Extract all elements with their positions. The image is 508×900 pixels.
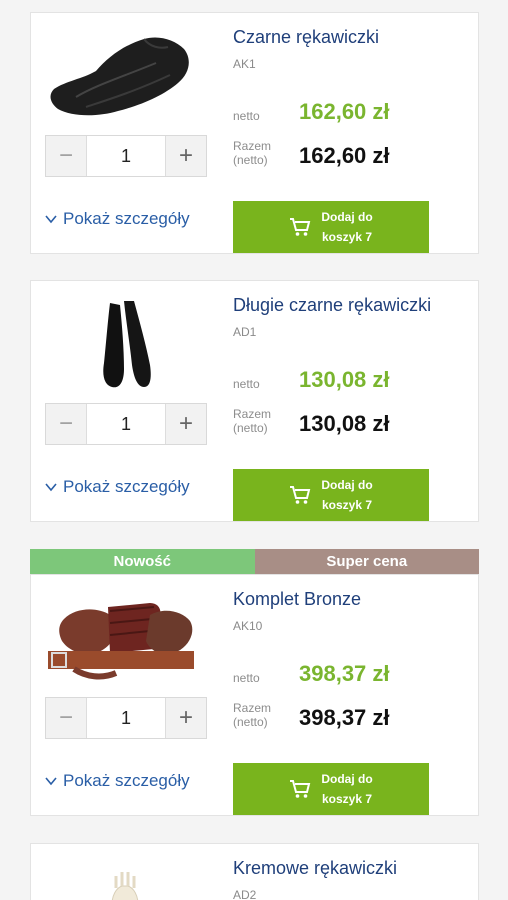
price-total: 398,37 zł bbox=[299, 705, 390, 730]
chevron-down-icon bbox=[45, 483, 57, 492]
product-badges: Nowość Super cena bbox=[30, 549, 479, 574]
add-to-cart-line1: Dodaj do bbox=[321, 210, 373, 224]
price-total: 162,60 zł bbox=[299, 143, 390, 168]
product-sku: AD1 bbox=[233, 325, 257, 339]
product-list-page: Czarne rękawiczki AK1 netto 162,60 zł Ra… bbox=[0, 0, 508, 900]
add-to-cart-line1: Dodaj do bbox=[321, 772, 373, 786]
product-title[interactable]: Czarne rękawiczki bbox=[233, 27, 379, 48]
show-details-link[interactable]: Pokaż szczegóły bbox=[45, 771, 190, 791]
quantity-input[interactable]: 1 bbox=[86, 404, 166, 444]
add-to-cart-button[interactable]: Dodaj do koszyk 7 bbox=[233, 763, 429, 815]
quantity-input[interactable]: 1 bbox=[86, 698, 166, 738]
show-details-label: Pokaż szczegóły bbox=[63, 771, 190, 790]
price-netto: 130,08 zł bbox=[299, 367, 390, 392]
total-label: Razem (netto) bbox=[233, 701, 272, 729]
product-sku: AK1 bbox=[233, 57, 256, 71]
add-to-cart-label: Dodaj do koszyk 7 bbox=[321, 769, 372, 809]
show-details-link[interactable]: Pokaż szczegóły bbox=[45, 209, 190, 229]
price-netto: 162,60 zł bbox=[299, 99, 390, 124]
chevron-down-icon bbox=[45, 777, 57, 786]
black-gloves-image[interactable] bbox=[45, 25, 197, 125]
total-label: Razem (netto) bbox=[233, 139, 272, 167]
long-black-gloves-image[interactable] bbox=[45, 293, 197, 393]
chevron-down-icon bbox=[45, 215, 57, 224]
product-title[interactable]: Komplet Bronze bbox=[233, 589, 361, 610]
add-to-cart-label: Dodaj do koszyk 7 bbox=[321, 207, 372, 247]
product-title[interactable]: Kremowe rękawiczki bbox=[233, 858, 397, 879]
product-card: Komplet Bronze AK10 netto 398,37 zł Raze… bbox=[30, 574, 479, 816]
quantity-stepper: − 1 + bbox=[45, 135, 207, 177]
cart-icon bbox=[290, 486, 311, 504]
increment-button[interactable]: + bbox=[166, 404, 206, 444]
product-sku: AD2 bbox=[233, 888, 257, 900]
add-to-cart-line2: koszyk 7 bbox=[321, 792, 373, 806]
show-details-label: Pokaż szczegóły bbox=[63, 477, 190, 496]
add-to-cart-line2: koszyk 7 bbox=[321, 230, 373, 244]
netto-label: netto bbox=[233, 671, 260, 685]
add-to-cart-button[interactable]: Dodaj do koszyk 7 bbox=[233, 469, 429, 521]
quantity-stepper: − 1 + bbox=[45, 403, 207, 445]
product-card: Kremowe rękawiczki AD2 bbox=[30, 843, 479, 900]
quantity-stepper: − 1 + bbox=[45, 697, 207, 739]
badge-super-price: Super cena bbox=[254, 549, 479, 574]
badge-new: Nowość bbox=[30, 549, 255, 574]
decrement-button[interactable]: − bbox=[46, 404, 86, 444]
show-details-link[interactable]: Pokaż szczegóły bbox=[45, 477, 190, 497]
netto-label: netto bbox=[233, 109, 260, 123]
cart-icon bbox=[290, 218, 311, 236]
add-to-cart-label: Dodaj do koszyk 7 bbox=[321, 475, 372, 515]
cream-gloves-image[interactable] bbox=[45, 864, 197, 900]
increment-button[interactable]: + bbox=[166, 698, 206, 738]
price-total: 130,08 zł bbox=[299, 411, 390, 436]
total-label: Razem (netto) bbox=[233, 407, 272, 435]
show-details-label: Pokaż szczegóły bbox=[63, 209, 190, 228]
product-title[interactable]: Długie czarne rękawiczki bbox=[233, 295, 431, 316]
netto-label: netto bbox=[233, 377, 260, 391]
quantity-input[interactable]: 1 bbox=[86, 136, 166, 176]
price-netto: 398,37 zł bbox=[299, 661, 390, 686]
decrement-button[interactable]: − bbox=[46, 698, 86, 738]
decrement-button[interactable]: − bbox=[46, 136, 86, 176]
cart-icon bbox=[290, 780, 311, 798]
product-card: Długie czarne rękawiczki AD1 netto 130,0… bbox=[30, 280, 479, 522]
increment-button[interactable]: + bbox=[166, 136, 206, 176]
add-to-cart-line2: koszyk 7 bbox=[321, 498, 373, 512]
add-to-cart-button[interactable]: Dodaj do koszyk 7 bbox=[233, 201, 429, 253]
product-sku: AK10 bbox=[233, 619, 263, 633]
bronze-set-image[interactable] bbox=[45, 587, 197, 687]
add-to-cart-line1: Dodaj do bbox=[321, 478, 373, 492]
product-card: Czarne rękawiczki AK1 netto 162,60 zł Ra… bbox=[30, 12, 479, 254]
